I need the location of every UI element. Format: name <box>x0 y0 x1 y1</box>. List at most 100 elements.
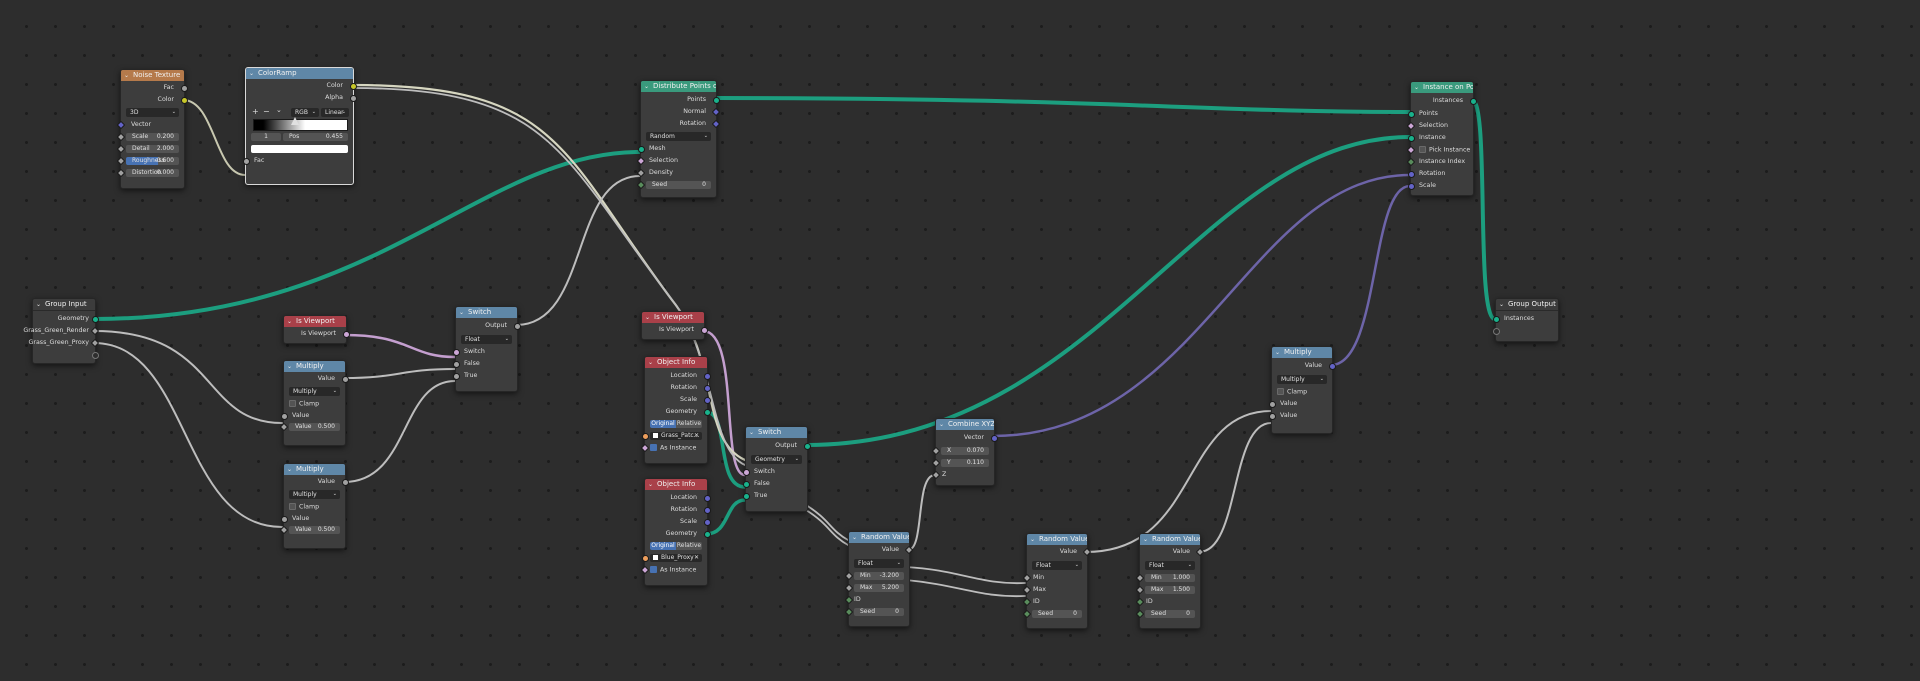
output-instances-socket[interactable] <box>1470 98 1477 105</box>
distortion-field[interactable]: Distortion 0.000 <box>126 169 179 177</box>
input-value-socket[interactable] <box>281 413 288 420</box>
collapse-icon[interactable]: ⌄ <box>1143 534 1148 545</box>
output-value-socket[interactable] <box>342 479 349 486</box>
is-viewport-node[interactable]: ⌄ Is Viewport Is Viewport <box>641 311 708 340</box>
noise-texture-node[interactable]: ⌄ Noise Texture Fac Color 3D ⌄ Vector Scal… <box>116 69 188 189</box>
output-proxy-socket[interactable] <box>90 338 100 348</box>
pick-instance-checkbox[interactable]: Pick Instance <box>1419 146 1470 154</box>
collapse-icon[interactable]: ⌄ <box>1275 347 1280 358</box>
input-switch-socket[interactable] <box>743 469 750 476</box>
input-true-socket[interactable] <box>453 373 460 380</box>
collapse-icon[interactable]: ⌄ <box>287 316 292 327</box>
x-field[interactable]: X 0.070 <box>941 447 989 455</box>
collapse-icon[interactable]: ⌄ <box>1499 299 1504 310</box>
scale-field[interactable]: Scale 0.200 <box>126 133 179 141</box>
output-value-socket[interactable] <box>1329 363 1336 370</box>
input-max-socket[interactable] <box>1022 585 1032 595</box>
multiply-node[interactable]: ⌄ Multiply Value Multiply ⌄ Clamp Value Va… <box>279 360 349 446</box>
value-field[interactable]: Value 0.500 <box>289 423 340 431</box>
value-field[interactable]: Value 0.500 <box>289 526 340 534</box>
original-option[interactable]: Original <box>650 542 676 550</box>
collapse-icon[interactable]: ⌄ <box>287 464 292 475</box>
collapse-icon[interactable]: ⌄ <box>36 299 41 310</box>
input-min-socket[interactable] <box>844 571 854 581</box>
data-type-dropdown[interactable]: Float ⌄ <box>854 559 904 568</box>
input-fac-socket[interactable] <box>243 158 250 165</box>
collapse-icon[interactable]: ⌄ <box>645 312 650 323</box>
data-type-dropdown[interactable]: Float ⌄ <box>1032 561 1082 570</box>
input-z-socket[interactable] <box>931 470 941 480</box>
collapse-icon[interactable]: ⌄ <box>749 427 754 438</box>
transform-space-toggle[interactable]: Original Relative <box>650 542 702 550</box>
output-value-socket[interactable] <box>342 376 349 383</box>
color-ramp-gradient[interactable] <box>253 119 348 131</box>
input-min-socket[interactable] <box>1135 573 1145 583</box>
collapse-icon[interactable]: ⌄ <box>249 68 254 79</box>
input-vector-socket[interactable] <box>116 120 126 130</box>
node-header[interactable]: ⌄ Distribute Points on Faces <box>641 81 716 92</box>
collapse-icon[interactable]: ⌄ <box>1030 534 1035 545</box>
ramp-menu-icon[interactable]: ⌄ <box>276 106 282 114</box>
add-stop-button[interactable]: + <box>252 107 259 116</box>
output-is-viewport-socket[interactable] <box>701 327 708 334</box>
clamp-checkbox[interactable]: Clamp <box>289 503 319 511</box>
input-seed-socket[interactable] <box>1022 609 1032 619</box>
collapse-icon[interactable]: ⌄ <box>648 479 653 490</box>
clear-icon[interactable]: ✕ <box>694 554 699 562</box>
random-value-node[interactable]: ⌄ Random Value Value Float ⌄ Min 1.000 Max 1… <box>1135 533 1205 629</box>
output-points-socket[interactable] <box>713 97 720 104</box>
relative-option[interactable]: Relative <box>676 420 702 428</box>
operation-dropdown[interactable]: Multiply ⌄ <box>289 490 340 499</box>
output-value-socket[interactable] <box>904 545 914 555</box>
input-instance-socket[interactable] <box>1408 135 1415 142</box>
input-value2-socket[interactable] <box>279 525 289 535</box>
as-instance-checkbox[interactable]: As Instance <box>650 444 696 452</box>
output-rotation-socket[interactable] <box>704 507 711 514</box>
input-false-socket[interactable] <box>743 481 750 488</box>
input-rotation-socket[interactable] <box>1408 171 1415 178</box>
node-header[interactable]: ⌄ Multiply <box>284 361 345 372</box>
max-field[interactable]: Max 5.200 <box>854 584 904 592</box>
output-color-socket[interactable] <box>350 83 357 90</box>
input-seed-socket[interactable] <box>1135 609 1145 619</box>
node-header[interactable]: ⌄ Noise Texture <box>121 70 184 81</box>
input-as-instance-socket[interactable] <box>640 565 650 575</box>
input-pick-instance-socket[interactable] <box>1406 145 1416 155</box>
collapse-icon[interactable]: ⌄ <box>644 81 649 92</box>
as-instance-checkbox[interactable]: As Instance <box>650 566 696 574</box>
node-header[interactable]: ⌄ Multiply <box>1272 347 1332 358</box>
multiply-node[interactable]: ⌄ Multiply Value Multiply ⌄ Clamp Value Va… <box>279 463 349 549</box>
output-alpha-socket[interactable] <box>350 95 357 102</box>
output-location-socket[interactable] <box>704 495 711 502</box>
interpolation-dropdown[interactable]: Linear ⌄ <box>321 108 349 117</box>
combine-xyz-node[interactable]: ⌄ Combine XYZ Vector X 0.070 Y 0.110 Z <box>931 418 998 486</box>
input-detail-socket[interactable] <box>116 144 126 154</box>
input-mesh-socket[interactable] <box>638 146 645 153</box>
input-max-socket[interactable] <box>844 583 854 593</box>
collapse-icon[interactable]: ⌄ <box>459 307 464 318</box>
output-value-socket[interactable] <box>1195 547 1205 557</box>
operation-dropdown[interactable]: Multiply ⌄ <box>289 387 340 396</box>
node-header[interactable]: ⌄ Multiply <box>284 464 345 475</box>
input-value-socket[interactable] <box>281 516 288 523</box>
node-header[interactable]: ⌄ Group Output <box>1496 299 1558 311</box>
input-selection-socket[interactable] <box>636 156 646 166</box>
input-value-socket[interactable] <box>1269 401 1276 408</box>
switch-float-node[interactable]: ⌄ Switch Output Float ⌄ Switch False True <box>453 306 521 392</box>
group-input-node[interactable]: ⌄ Group Input Geometry Grass_Green_Render… <box>23 298 100 364</box>
input-density-socket[interactable] <box>636 168 646 178</box>
input-true-socket[interactable] <box>743 493 750 500</box>
node-header[interactable]: ⌄ Group Input <box>33 299 95 311</box>
y-field[interactable]: Y 0.110 <box>941 459 989 467</box>
transform-space-toggle[interactable]: Original Relative <box>650 420 702 428</box>
seed-field[interactable]: Seed 0 <box>1032 610 1082 618</box>
input-as-instance-socket[interactable] <box>640 443 650 453</box>
random-value-node[interactable]: ⌄ Random Value Value Float ⌄ Min Max ID Se… <box>1022 533 1092 629</box>
empty-socket[interactable] <box>92 352 99 359</box>
max-field[interactable]: Max 1.500 <box>1145 586 1195 594</box>
ramp-stop-marker[interactable] <box>291 117 300 125</box>
remove-stop-button[interactable]: − <box>263 107 270 116</box>
instance-on-points-node[interactable]: ⌄ Instance on Points Instances Points Sel… <box>1406 81 1477 196</box>
node-header[interactable]: ⌄ Is Viewport <box>284 316 346 327</box>
node-header[interactable]: ⌄ Object Info <box>645 357 707 368</box>
